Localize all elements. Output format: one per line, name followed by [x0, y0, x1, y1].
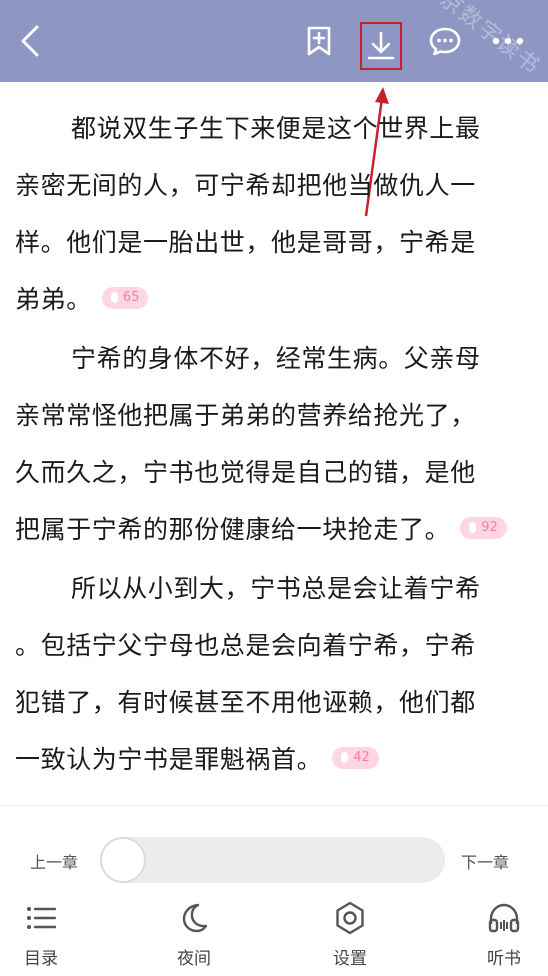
text-line: 久而久之，宁书也觉得是自己的错，是他	[15, 458, 476, 487]
comment-count: 42	[353, 749, 370, 765]
text-line: 样。他们是一胎出世，他是哥哥，宁希是	[15, 228, 476, 257]
text-line: 亲常常怪他把属于弟弟的营养给抢光了，	[15, 401, 476, 430]
nav-catalog[interactable]: 目录	[1, 900, 81, 970]
add-bookmark-icon	[307, 26, 331, 56]
microphone-icon	[110, 292, 118, 303]
divider	[0, 805, 548, 806]
gear-icon	[336, 901, 364, 935]
nav-listen[interactable]: 听书	[464, 900, 544, 970]
add-bookmark-button[interactable]	[299, 21, 339, 61]
microphone-icon	[341, 752, 349, 763]
paragraph-comment-badge[interactable]: 92	[460, 516, 507, 539]
text-line: 犯错了，有时候甚至不用他诬赖，他们都	[15, 688, 476, 717]
back-icon	[21, 25, 39, 57]
catalog-icon	[27, 907, 57, 929]
text-line: 所以从小到大，宁书总是会让着宁希	[71, 574, 481, 603]
text-line: 宁希的身体不好，经常生病。父亲母	[71, 344, 481, 373]
paragraph: 都说双生子生下来便是这个世界上最 亲密无间的人，可宁希却把他当做仇人一 样。他们…	[15, 100, 535, 328]
paragraph-comment-badge[interactable]: 42	[332, 746, 379, 769]
text-line: 弟弟。 65	[15, 271, 535, 328]
text-line-content: 弟弟。	[15, 285, 92, 314]
back-button[interactable]	[10, 21, 50, 61]
nav-label: 听书	[487, 949, 521, 969]
nav-night-mode[interactable]: 夜间	[154, 900, 234, 970]
chapter-progress-slider[interactable]	[100, 837, 445, 883]
next-chapter-button[interactable]: 下一章	[461, 849, 509, 873]
text-line-content: 把属于宁希的那份健康给一块抢走了。	[15, 515, 451, 544]
download-button[interactable]	[360, 22, 402, 70]
text-line: 亲密无间的人，可宁希却把他当做仇人一	[15, 171, 476, 200]
nav-label: 设置	[333, 949, 367, 969]
text-line-content: 一致认为宁书是罪魁祸首。	[15, 745, 323, 774]
nav-label: 夜间	[177, 949, 211, 969]
text-line: 都说双生子生下来便是这个世界上最	[71, 114, 481, 143]
paragraph: 所以从小到大，宁书总是会让着宁希 。包括宁父宁母也总是会向着宁希，宁希 犯错了，…	[15, 560, 535, 788]
comment-count: 92	[481, 519, 498, 535]
paragraph: 宁希的身体不好，经常生病。父亲母 亲常常怪他把属于弟弟的营养给抢光了， 久而久之…	[15, 330, 535, 558]
text-line: 把属于宁希的那份健康给一块抢走了。 92	[15, 501, 535, 558]
comment-count: 65	[122, 289, 140, 305]
text-line: 。包括宁父宁母也总是会向着宁希，宁希	[15, 631, 476, 660]
nav-label: 目录	[24, 949, 58, 969]
progress-slider-handle[interactable]	[100, 837, 146, 883]
moon-icon	[182, 903, 208, 933]
text-line: 一致认为宁书是罪魁祸首。 42	[15, 731, 535, 788]
headphones-icon	[488, 903, 520, 933]
microphone-icon	[469, 522, 477, 533]
prev-chapter-button[interactable]: 上一章	[30, 849, 78, 873]
download-icon	[367, 31, 395, 60]
nav-settings[interactable]: 设置	[310, 900, 390, 970]
paragraph-comment-badge[interactable]: 65	[101, 286, 149, 309]
comment-icon	[429, 27, 461, 56]
top-toolbar: 北京数字读书	[0, 0, 548, 82]
